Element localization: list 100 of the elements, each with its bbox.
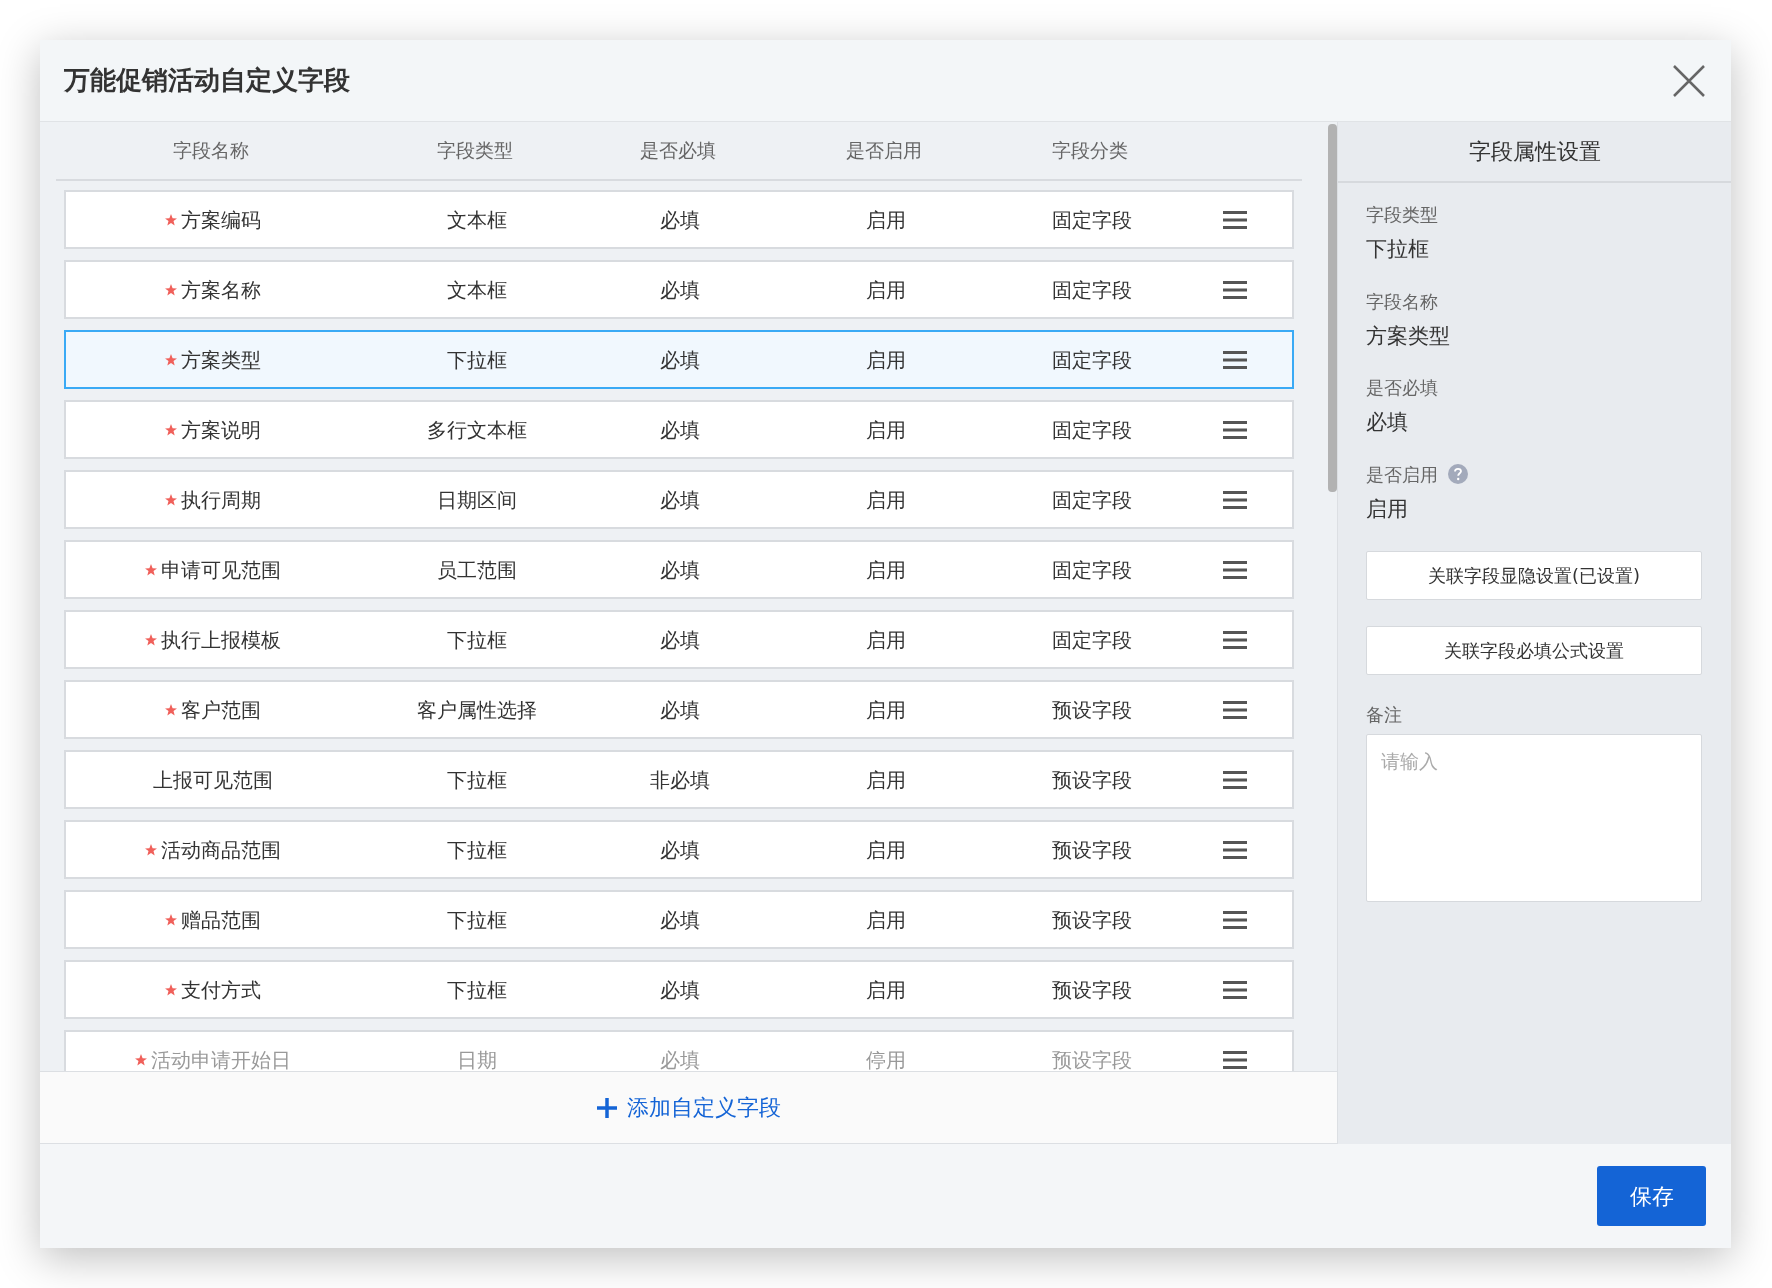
table-cell-text: 必填 bbox=[659, 976, 701, 1004]
close-button[interactable] bbox=[1671, 62, 1707, 99]
field-label: 是否必填 bbox=[1366, 376, 1438, 400]
table-cell-text: 下拉框 bbox=[446, 836, 508, 864]
table-cell-text: 下拉框 bbox=[446, 906, 508, 934]
table-row[interactable]: 方案类型 下拉框 必填 启用 固定字段 bbox=[64, 330, 1294, 389]
table-cell-text: 预设字段 bbox=[1051, 1046, 1133, 1071]
table-cell-text: 上报可见范围 bbox=[153, 766, 273, 794]
table-row[interactable]: 申请可见范围 员工范围 必填 启用 固定字段 bbox=[64, 540, 1294, 599]
save-button[interactable]: 保存 bbox=[1597, 1166, 1706, 1226]
menu-icon[interactable] bbox=[1223, 839, 1247, 860]
table-cell-text: 固定字段 bbox=[1051, 486, 1133, 514]
table-row[interactable]: 方案名称 文本框 必填 启用 固定字段 bbox=[64, 260, 1294, 319]
table-cell-text: 多行文本框 bbox=[426, 416, 528, 444]
table-cell-text: 执行周期 bbox=[181, 486, 261, 514]
table-cell-text: 固定字段 bbox=[1051, 206, 1133, 234]
menu-icon[interactable] bbox=[1223, 629, 1247, 650]
settings-button[interactable]: 关联字段显隐设置(已设置) bbox=[1366, 551, 1702, 600]
table-cell-text: 启用 bbox=[865, 626, 907, 654]
menu-icon[interactable] bbox=[1223, 769, 1247, 790]
table-cell-text: 预设字段 bbox=[1051, 696, 1133, 724]
table-cell-text: 必填 bbox=[659, 696, 701, 724]
menu-icon[interactable] bbox=[1223, 349, 1247, 370]
table-cell-text: 必填 bbox=[659, 206, 701, 234]
table-cell-text: 启用 bbox=[865, 766, 907, 794]
table-cell-text: 启用 bbox=[865, 696, 907, 724]
menu-icon[interactable] bbox=[1223, 909, 1247, 930]
menu-icon[interactable] bbox=[1223, 279, 1247, 300]
table-cell-text: 必填 bbox=[659, 276, 701, 304]
column-header: 是否必填 bbox=[639, 138, 717, 164]
field-value: 必填 bbox=[1366, 409, 1409, 436]
table-row[interactable]: 方案说明 多行文本框 必填 启用 固定字段 bbox=[64, 400, 1294, 459]
table-cell-text: 必填 bbox=[659, 346, 701, 374]
dialog-title: 万能促销活动自定义字段 bbox=[64, 64, 350, 97]
table-cell-text: 预设字段 bbox=[1051, 766, 1133, 794]
table-cell-text: 固定字段 bbox=[1051, 416, 1133, 444]
field-value: 方案类型 bbox=[1366, 322, 1451, 350]
table-cell-text: 申请可见范围 bbox=[161, 556, 281, 584]
table-cell-text: 必填 bbox=[659, 416, 701, 444]
table-cell-text: 活动申请开始日 bbox=[151, 1046, 291, 1071]
table-cell-text: 客户属性选择 bbox=[416, 696, 538, 724]
table-cell-text: 文本框 bbox=[446, 276, 508, 304]
table-cell-text: 必填 bbox=[659, 836, 701, 864]
column-header: 是否启用 bbox=[845, 138, 923, 164]
menu-icon[interactable] bbox=[1223, 1049, 1247, 1070]
field-value: 下拉框 bbox=[1366, 236, 1430, 263]
table-row[interactable]: 执行上报模板 下拉框 必填 启用 固定字段 bbox=[64, 610, 1294, 669]
table-row[interactable]: 活动商品范围 下拉框 必填 启用 预设字段 bbox=[64, 820, 1294, 879]
table-cell-text: 必填 bbox=[659, 1046, 701, 1071]
table-row[interactable]: 上报可见范围 下拉框 非必填 启用 预设字段 bbox=[64, 750, 1294, 809]
table-cell-text: 员工范围 bbox=[436, 556, 518, 584]
field-value: 启用 bbox=[1366, 495, 1409, 523]
panel-title: 字段属性设置 bbox=[1468, 138, 1601, 166]
table-cell-text: 固定字段 bbox=[1051, 276, 1133, 304]
table-row[interactable]: 客户范围 客户属性选择 必填 启用 预设字段 bbox=[64, 680, 1294, 739]
menu-icon[interactable] bbox=[1223, 559, 1247, 580]
table-cell-text: 必填 bbox=[659, 486, 701, 514]
column-header: 字段分类 bbox=[1051, 138, 1129, 164]
menu-icon[interactable] bbox=[1223, 979, 1247, 1000]
table-cell-text: 下拉框 bbox=[446, 976, 508, 1004]
table-cell-text: 固定字段 bbox=[1051, 556, 1133, 584]
table-cell-text: 非必填 bbox=[649, 766, 711, 794]
table-cell-text: 启用 bbox=[865, 906, 907, 934]
table-cell-text: 必填 bbox=[659, 906, 701, 934]
table-cell-text: 预设字段 bbox=[1051, 976, 1133, 1004]
table-row[interactable]: 支付方式 下拉框 必填 启用 预设字段 bbox=[64, 960, 1294, 1019]
menu-icon[interactable] bbox=[1223, 419, 1247, 440]
table-cell-text: 支付方式 bbox=[181, 976, 261, 1004]
field-label: 是否启用 bbox=[1366, 462, 1438, 487]
table-cell-text: 下拉框 bbox=[446, 766, 508, 794]
field-label: 备注 bbox=[1366, 703, 1403, 727]
table-cell-text: 启用 bbox=[865, 346, 907, 374]
table-cell-text: 活动商品范围 bbox=[161, 836, 281, 864]
table-row[interactable]: 方案编码 文本框 必填 启用 固定字段 bbox=[64, 190, 1294, 249]
menu-icon[interactable] bbox=[1223, 699, 1247, 720]
table-cell-text: 固定字段 bbox=[1051, 626, 1133, 654]
field-label: 字段类型 bbox=[1366, 203, 1438, 227]
remark-field[interactable]: 请输入 bbox=[1366, 734, 1702, 902]
table-cell-text: 文本框 bbox=[446, 206, 508, 234]
table-cell-text: 启用 bbox=[865, 206, 907, 234]
table-row[interactable]: 赠品范围 下拉框 必填 启用 预设字段 bbox=[64, 890, 1294, 949]
table-row[interactable]: 执行周期 日期区间 必填 启用 固定字段 bbox=[64, 470, 1294, 529]
table-cell-text: 方案说明 bbox=[181, 416, 261, 444]
plus-icon bbox=[596, 1097, 617, 1118]
table-cell-text: 必填 bbox=[659, 556, 701, 584]
table-cell-text: 启用 bbox=[865, 976, 907, 1004]
menu-icon[interactable] bbox=[1223, 209, 1247, 230]
table-cell-text: 方案类型 bbox=[181, 346, 261, 374]
column-header: 字段名称 bbox=[172, 138, 250, 164]
table-cell-text: 停用 bbox=[865, 1046, 907, 1071]
table-cell-text: 必填 bbox=[659, 626, 701, 654]
table-cell-text: 下拉框 bbox=[446, 626, 508, 654]
table-cell-text: 启用 bbox=[865, 836, 907, 864]
table-cell-text: 方案编码 bbox=[181, 206, 261, 234]
settings-button[interactable]: 关联字段必填公式设置 bbox=[1366, 626, 1702, 675]
menu-icon[interactable] bbox=[1223, 489, 1247, 510]
scrollbar[interactable] bbox=[1328, 124, 1337, 492]
table-cell-text: 固定字段 bbox=[1051, 346, 1133, 374]
field-label: 字段名称 bbox=[1366, 289, 1438, 314]
add-field-button[interactable]: 添加自定义字段 bbox=[588, 1087, 789, 1128]
